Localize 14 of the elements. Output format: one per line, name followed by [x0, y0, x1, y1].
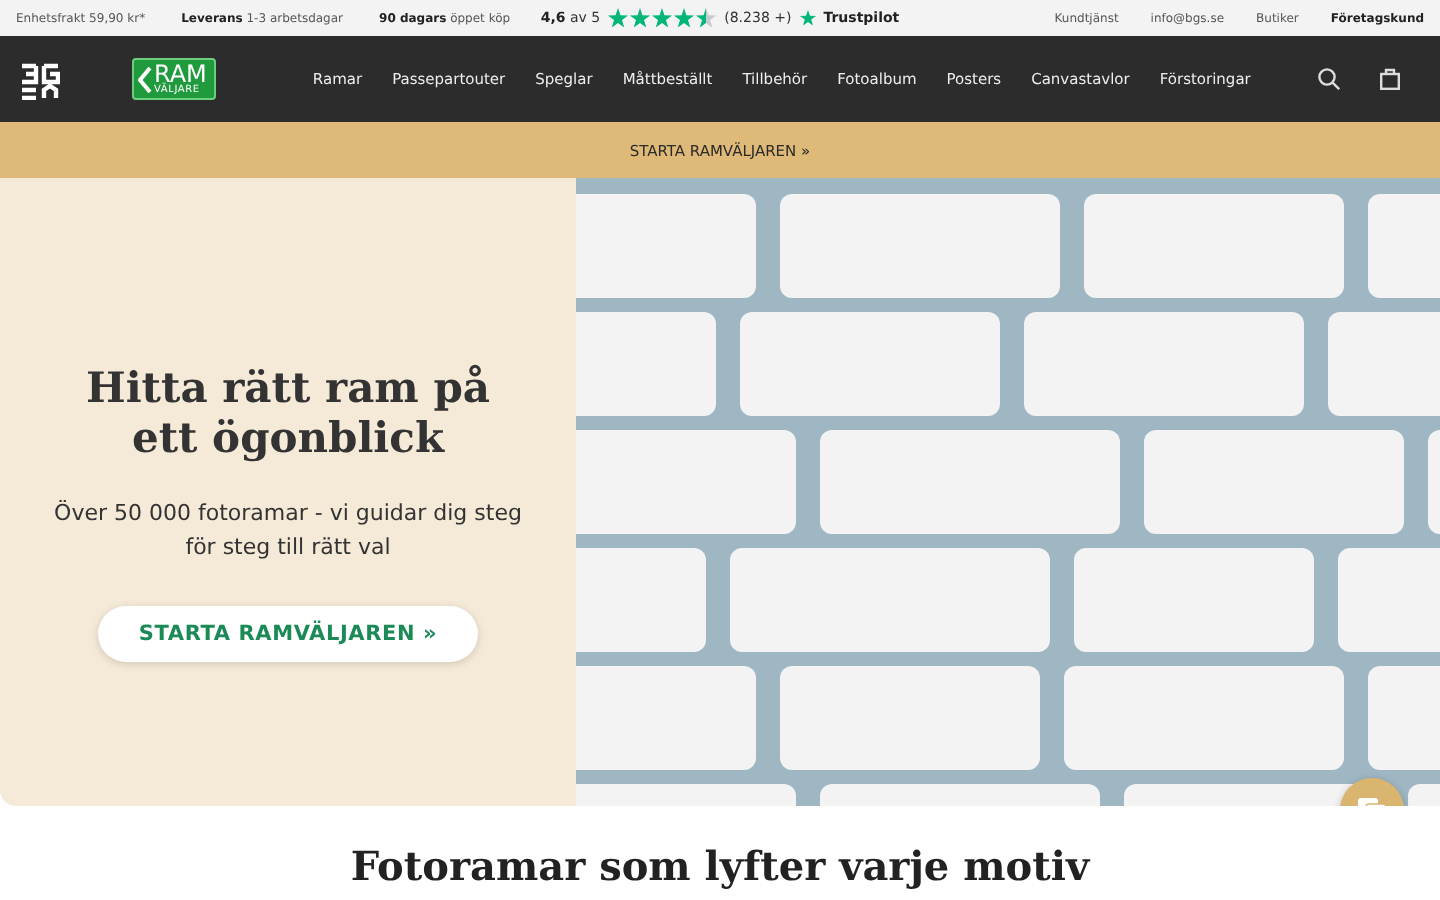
- star-icon: [799, 10, 816, 26]
- star-icon: [696, 8, 717, 28]
- bag-icon[interactable]: [1380, 68, 1400, 90]
- star-icon: [652, 8, 673, 28]
- section-heading: Fotoramar som lyfter varje motiv: [350, 842, 1090, 890]
- star-icon: [674, 8, 695, 28]
- chevron-icon: [138, 65, 152, 93]
- start-button[interactable]: STARTA RAMVÄLJAREN »: [98, 605, 478, 662]
- logo-icon[interactable]: [20, 59, 60, 99]
- hero-text: Över 50 000 fotoramar - vi guidar dig steg för steg till rätt val: [52, 497, 524, 565]
- star-icon: [630, 8, 651, 28]
- search-icon[interactable]: [1318, 68, 1340, 90]
- hero-title: Hitta rätt ram på ett ögonblick: [83, 362, 492, 464]
- star-icon: [608, 8, 629, 28]
